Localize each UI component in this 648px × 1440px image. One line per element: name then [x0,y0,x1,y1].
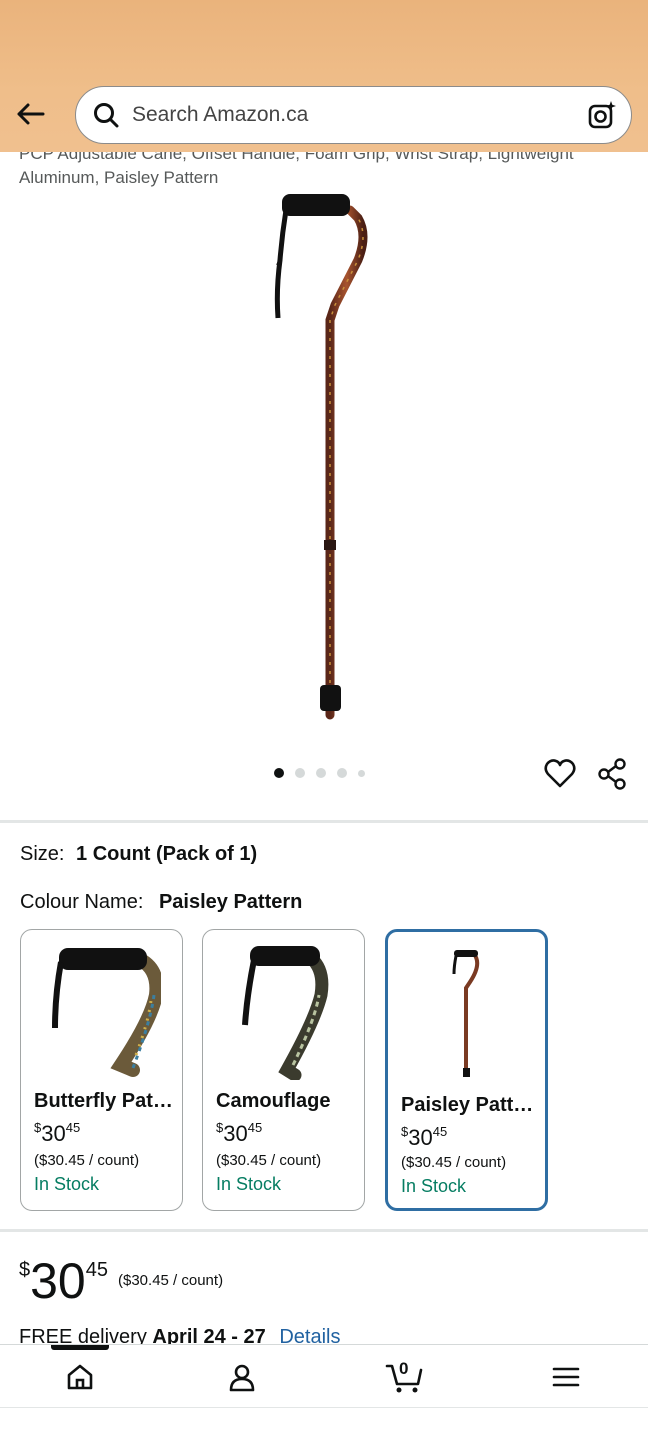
colour-selector: Colour Name: Paisley Pattern [20,891,302,914]
swatch-price: $3045 [34,1120,81,1146]
share-icon[interactable] [597,757,629,791]
product-title[interactable]: PCP Adjustable Cane, Offset Handle, Foam… [19,152,619,188]
search-placeholder: Search Amazon.ca [132,103,309,126]
main-price: $ 30 45 ($30.45 / count) [19,1253,223,1309]
size-value: 1 Count (Pack of 1) [76,843,258,865]
swatch-price: $3045 [216,1120,263,1146]
carousel-dot[interactable] [358,769,365,777]
carousel-dot[interactable] [316,768,326,778]
colour-swatch-paisley[interactable]: Paisley Pattern $3045 ($30.45 / count) I… [385,929,548,1211]
colour-value: Paisley Pattern [158,891,303,913]
swatch-stock-status: In Stock [34,1174,100,1194]
price-fraction: 45 [85,1259,108,1281]
section-divider [0,820,648,823]
price-per-unit: ($30.45 / count) [118,1272,224,1289]
size-selector: Size: 1 Count (Pack of 1) [20,843,257,866]
delivery-prefix: FREE delivery [19,1326,147,1344]
search-icon [94,103,119,128]
delivery-details-link[interactable]: Details [279,1326,340,1344]
swatch-unit-price: ($30.45 / count) [401,1154,507,1171]
swatch-thumbnail [52,948,161,1077]
swatch-name: Paisley Pattern [401,1094,541,1116]
heart-icon[interactable] [543,757,577,791]
swatch-thumbnail [452,950,480,1077]
size-label: Size: [20,843,65,865]
swatch-unit-price: ($30.45 / count) [216,1152,322,1169]
delivery-info: FREE delivery April 24 - 27 Details [19,1326,340,1344]
delivery-dates: April 24 - 27 [152,1326,266,1344]
product-image[interactable] [260,190,390,720]
top-header: Search Amazon.ca [0,0,648,152]
active-tab-indicator [51,1345,109,1350]
home-icon [67,1364,93,1390]
nav-home[interactable] [60,1359,100,1395]
swatch-name: Camouflage [216,1090,331,1112]
swatch-thumbnail [242,946,329,1080]
carousel-dot[interactable] [295,768,305,778]
search-input[interactable]: Search Amazon.ca [75,86,632,144]
price-whole: 30 [30,1253,86,1309]
carousel-dot[interactable] [274,768,284,778]
section-divider [0,1229,648,1232]
colour-swatch-camouflage[interactable]: Camouflage $3045 ($30.45 / count) In Sto… [202,929,365,1211]
swatch-stock-status: In Stock [401,1176,467,1196]
colour-swatch-butterfly[interactable]: Butterfly Pattern $3045 ($30.45 / count)… [20,929,183,1211]
product-title-container: PCP Adjustable Cane, Offset Handle, Foam… [0,152,648,188]
arrow-left-icon [17,103,45,125]
account-icon [229,1364,255,1392]
menu-icon [552,1367,580,1387]
price-currency: $ [19,1259,31,1281]
swatch-stock-status: In Stock [216,1174,282,1194]
nav-account[interactable] [222,1359,262,1395]
bottom-navigation: 0 [0,1344,648,1408]
cart-count: 0 [399,1359,409,1378]
swatch-unit-price: ($30.45 / count) [34,1152,140,1169]
colour-label: Colour Name: [20,891,144,913]
camera-lens-icon[interactable] [587,100,617,130]
carousel-dot[interactable] [337,768,347,778]
swatch-price: $3045 [401,1124,448,1150]
nav-menu[interactable] [546,1359,586,1395]
nav-cart[interactable]: 0 [384,1359,424,1395]
back-button[interactable] [12,96,48,132]
delivery-info-container: FREE delivery April 24 - 27 Details [0,1322,648,1344]
swatch-name: Butterfly Pattern [34,1090,174,1112]
image-carousel-dots[interactable] [274,768,365,778]
